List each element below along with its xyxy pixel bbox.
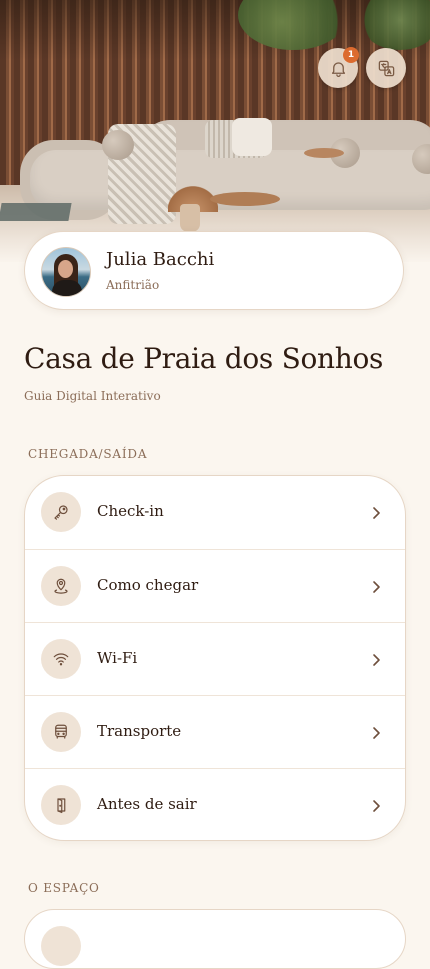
host-name: Julia Bacchi (106, 249, 215, 270)
door-exit-icon (57, 798, 66, 814)
list-item-label: Antes de sair (97, 795, 197, 813)
list-item-label: Check-in (97, 502, 164, 520)
host-card[interactable]: Julia Bacchi Anfitrião (24, 231, 404, 310)
page-title: Casa de Praia dos Sonhos (24, 342, 384, 375)
chevron-right-icon (373, 727, 380, 739)
notifications-button[interactable]: 1 (318, 47, 359, 88)
list-item-check-in[interactable]: Check-in (25, 476, 405, 549)
list-item-icon (41, 926, 81, 966)
map-pin-icon (54, 578, 68, 594)
list-item-wifi[interactable]: Wi-Fi (25, 622, 405, 696)
translate-icon (378, 60, 394, 76)
section-title-space: O ESPAÇO (28, 881, 100, 895)
list-item-how-to-arrive[interactable]: Como chegar (25, 549, 405, 623)
section-title-arrival: CHEGADA/SAÍDA (28, 447, 148, 461)
page-subtitle: Guia Digital Interativo (24, 389, 161, 403)
chevron-right-icon (373, 581, 380, 593)
notification-badge: 1 (343, 47, 359, 63)
bell-icon (331, 61, 345, 77)
key-icon (54, 505, 68, 520)
host-role: Anfitrião (106, 278, 160, 292)
chevron-right-icon (373, 507, 380, 519)
space-list (24, 909, 406, 969)
avatar (41, 247, 91, 297)
list-item-label: Como chegar (97, 576, 199, 594)
list-item-before-leaving[interactable]: Antes de sair (25, 768, 405, 840)
bus-icon (55, 724, 67, 739)
chevron-right-icon (373, 800, 380, 812)
chevron-right-icon (373, 654, 380, 666)
list-item-label: Wi-Fi (97, 649, 138, 667)
hero-image (0, 0, 430, 262)
arrival-departure-list: Check-in Como chegar Wi-Fi Transporte An… (24, 475, 406, 841)
list-item-transport[interactable]: Transporte (25, 695, 405, 769)
translate-button[interactable] (366, 48, 406, 88)
wifi-icon (53, 653, 69, 666)
list-item-label: Transporte (97, 722, 182, 740)
